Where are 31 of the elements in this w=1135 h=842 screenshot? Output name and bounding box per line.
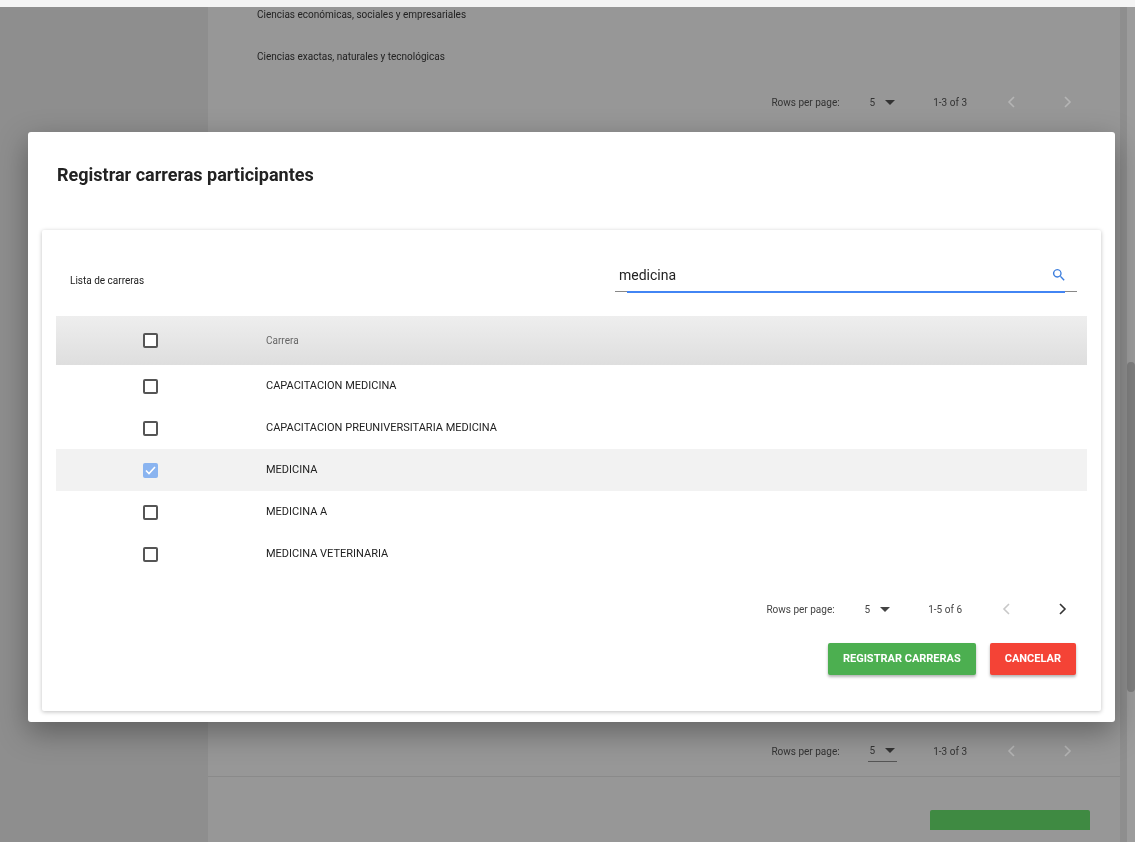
rows-per-page-label: Rows per page: — [771, 744, 840, 759]
rows-per-page-select[interactable]: 5 — [867, 91, 898, 113]
rows-per-page-select[interactable]: 5 — [867, 740, 898, 762]
rows-per-page-label: Rows per page: — [771, 95, 840, 110]
table-cell-text: Ciencias económicas, sociales y empresariales — [257, 7, 467, 22]
page-range: 1-3 of 3 — [933, 95, 967, 110]
table-cell-text: MEDICINA VETERINARIA — [266, 545, 389, 562]
checkbox[interactable] — [142, 546, 158, 562]
checkbox[interactable] — [142, 378, 158, 394]
checkbox[interactable] — [142, 504, 158, 520]
caret-icon — [885, 748, 896, 753]
button[interactable]: CANCELAR — [989, 643, 1076, 675]
search-icon[interactable] — [1051, 267, 1067, 283]
chevron-right-icon[interactable] — [1057, 603, 1067, 615]
table-cell-text: Ciencias exactas, naturales y tecnológicas — [257, 49, 445, 64]
table-cell-text: CAPACITACION PREUNIVERSITARIA MEDICINA — [266, 419, 497, 436]
list-label: Lista de carreras — [70, 274, 146, 288]
caret-icon — [885, 99, 896, 105]
checkbox[interactable] — [142, 420, 158, 436]
rows-per-page-label: Rows per page: — [766, 602, 835, 617]
page-range: 1-3 of 3 — [933, 744, 967, 759]
rows-per-page-select[interactable]: 5 — [862, 598, 893, 620]
caret-icon — [880, 606, 891, 612]
checkbox[interactable] — [142, 333, 158, 348]
checkbox[interactable] — [142, 462, 158, 478]
page-range: 1-5 of 6 — [928, 602, 962, 617]
dialog-title: Registrar carreras participantes — [57, 163, 315, 187]
column-header: Carrera — [266, 334, 299, 348]
table-cell-text: MEDICINA — [266, 461, 318, 478]
table-cell-text: MEDICINA A — [266, 503, 328, 520]
table-cell-text: CAPACITACION MEDICINA — [266, 377, 397, 394]
